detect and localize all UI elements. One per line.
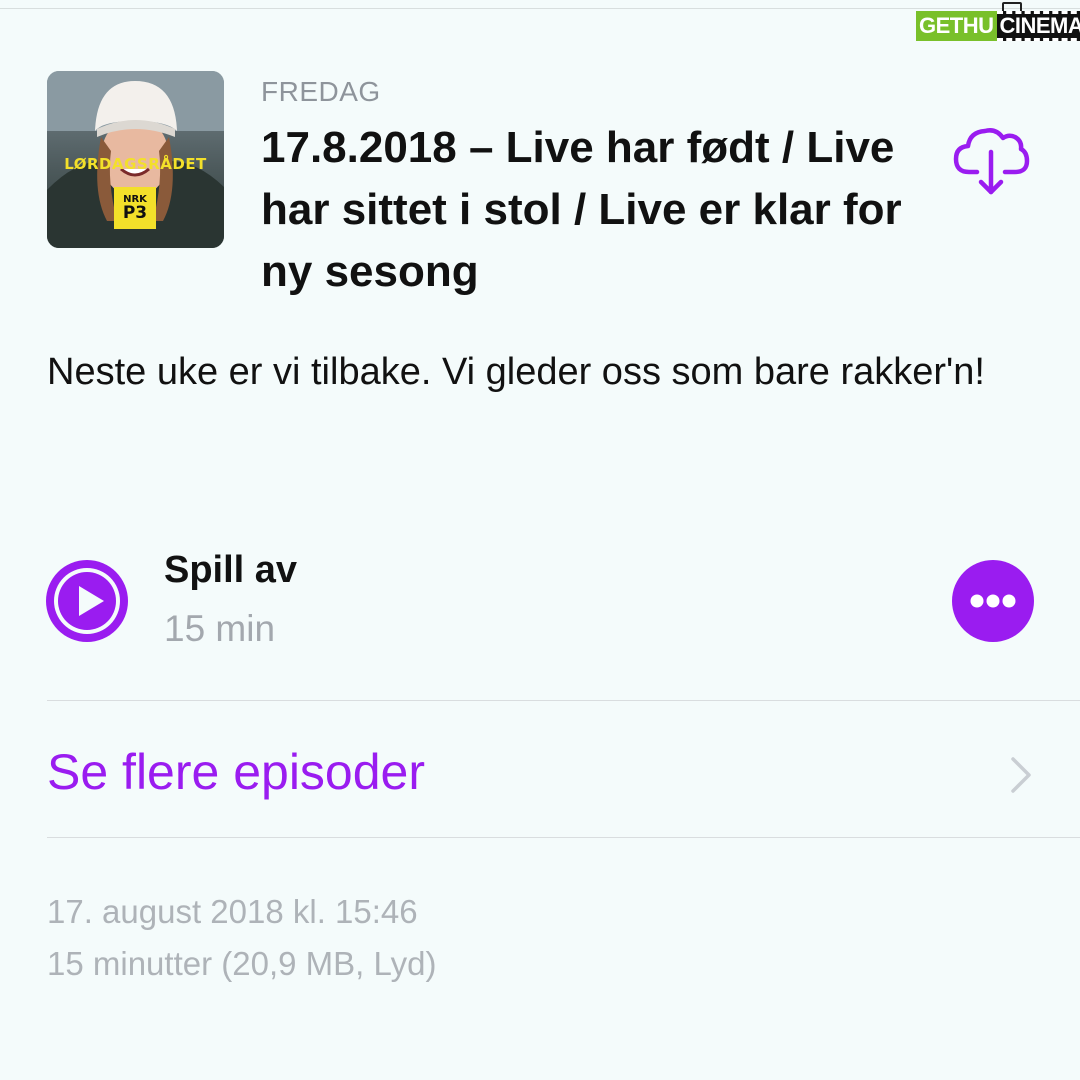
episode-file-details: 15 minutter (20,9 MB, Lyd): [47, 945, 437, 982]
more-icon: [970, 594, 1016, 608]
more-options-button[interactable]: [952, 560, 1034, 642]
play-button[interactable]: [46, 560, 128, 642]
nrk-p3-logo: NRK P3: [114, 187, 156, 229]
watermark-left-text: GETHU: [916, 11, 997, 41]
watermark-right-text: CINEMA: [996, 11, 1080, 41]
episode-description: Neste uke er vi tilbake. Vi gleder oss s…: [47, 351, 985, 393]
podcast-artwork[interactable]: LØRDAGSRÅDET NRK P3: [47, 71, 224, 248]
download-button[interactable]: [951, 124, 1031, 198]
watermark-logo: GETHU CINEMA: [916, 2, 1080, 42]
artwork-show-name: LØRDAGSRÅDET: [64, 155, 207, 173]
episode-day: FREDAG: [261, 76, 381, 107]
divider: [47, 837, 1080, 838]
divider: [47, 700, 1080, 701]
see-more-episodes-link[interactable]: Se flere episoder: [47, 743, 425, 801]
published-date: 17. august 2018 kl. 15:46: [47, 893, 418, 930]
badge-line2: P3: [122, 202, 148, 223]
play-icon: [46, 560, 128, 642]
cloud-download-icon: [953, 128, 1030, 195]
episode-duration: 15 min: [164, 608, 276, 649]
episode-title: 17.8.2018 – Live har født / Live har sit…: [261, 123, 902, 296]
play-label[interactable]: Spill av: [164, 549, 297, 592]
chevron-right-icon[interactable]: [1009, 756, 1033, 794]
